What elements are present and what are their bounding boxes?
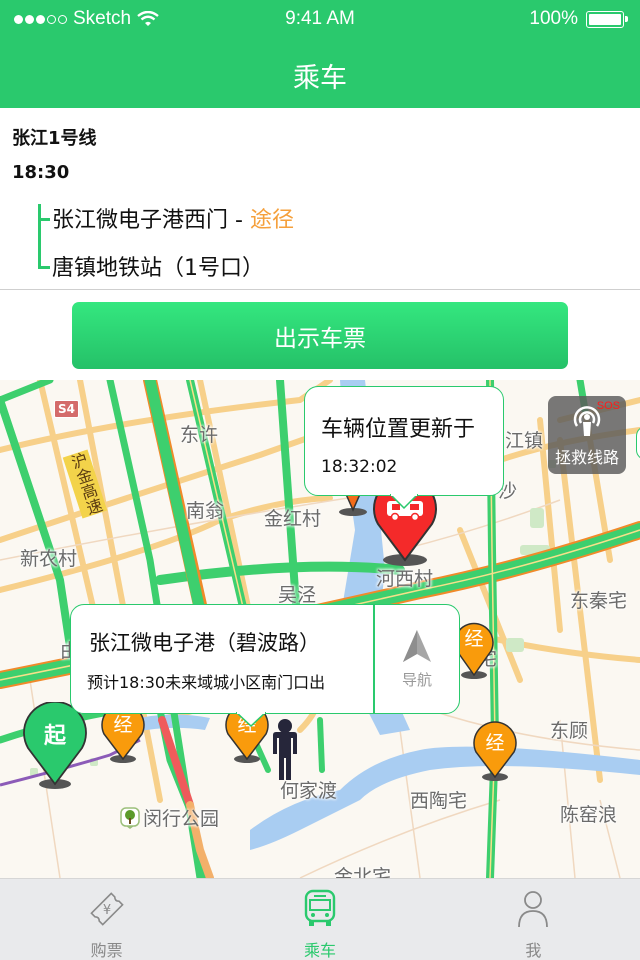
stop-separator: - bbox=[228, 208, 250, 233]
map-label-hexicun: 河西村 bbox=[376, 568, 434, 590]
vehicle-update-time: 18:32:02 bbox=[321, 457, 398, 477]
vehicle-update-title: 车辆位置更新于 bbox=[321, 417, 476, 442]
alighting-stop: 唐镇地铁站（1号口） bbox=[52, 250, 264, 282]
waypoint-pin[interactable]: 经 bbox=[454, 618, 494, 680]
line-name: 张江1号线 bbox=[12, 128, 97, 149]
park-tree-icon bbox=[120, 806, 140, 829]
boarding-stop-name: 张江微电子港西门 bbox=[52, 208, 229, 233]
status-bar: Sketch 9:41 AM 100% bbox=[0, 0, 640, 38]
route-tick bbox=[38, 218, 50, 221]
route-tick bbox=[38, 266, 50, 269]
map-label-dongqinzhai: 东秦宅 bbox=[570, 590, 628, 612]
start-pin[interactable]: 起 bbox=[22, 700, 88, 790]
departure-time: 18:30 bbox=[12, 162, 70, 183]
navigate-button[interactable]: 导航 bbox=[375, 605, 459, 713]
poi-minhang-park-label: 闵行公园 bbox=[143, 808, 220, 830]
tab-buy-ticket[interactable]: ¥ 购票 bbox=[0, 879, 213, 960]
poi-minhang-park[interactable]: 闵行公园 bbox=[120, 804, 219, 831]
navigate-label: 导航 bbox=[401, 670, 432, 689]
show-ticket-button[interactable]: 出示车票 bbox=[72, 302, 568, 369]
stop-info-subtitle: 预计18:30未来域城小区南门口出 bbox=[87, 673, 326, 692]
trip-info-panel: 张江1号线 18:30 张江微电子港西门 - 途径 唐镇地铁站（1号口） bbox=[0, 108, 640, 290]
svg-text:¥: ¥ bbox=[103, 903, 111, 918]
tab-label: 乘车 bbox=[303, 941, 336, 960]
user-location-person-icon bbox=[273, 719, 297, 780]
waypoint-pin[interactable]: 经 bbox=[472, 716, 518, 782]
tab-me[interactable]: 我 bbox=[427, 879, 640, 960]
bubble-pointer bbox=[390, 494, 418, 510]
map-label-nanweng: 南翁 bbox=[186, 500, 225, 522]
rescue-route-label: 拯救线路 bbox=[554, 448, 619, 467]
sos-badge: SOS bbox=[596, 400, 620, 412]
bubble-pointer bbox=[236, 712, 266, 728]
navigation-arrow-icon bbox=[403, 629, 431, 662]
status-right: 100% bbox=[529, 8, 628, 30]
map-label-jinhongcun: 金红村 bbox=[264, 508, 322, 530]
map-label-jinbeizhai: 金北宅 bbox=[334, 866, 392, 878]
via-link[interactable]: 途径 bbox=[250, 208, 294, 233]
map-label-donggu: 东顾 bbox=[550, 720, 589, 742]
header: Sketch 9:41 AM 100% 乘车 bbox=[0, 0, 640, 108]
waypoint-pin-label: 经 bbox=[113, 714, 133, 736]
person-icon bbox=[518, 891, 549, 928]
map-label-dongxu: 东许 bbox=[180, 424, 219, 446]
map-label-xinnongcun: 新农村 bbox=[20, 548, 78, 570]
alighting-stop-name: 唐镇地铁站（1号口） bbox=[52, 256, 264, 281]
stop-info-bubble[interactable]: 张江微电子港（碧波路） 预计18:30未来域城小区南门口出 导航 bbox=[70, 604, 460, 714]
battery-icon bbox=[586, 10, 628, 28]
highway-shield: S4 bbox=[54, 400, 79, 418]
route-connector bbox=[38, 204, 41, 268]
tab-ride[interactable]: 乘车 bbox=[213, 879, 426, 960]
stop-info-title: 张江微电子港（碧波路） bbox=[89, 631, 320, 655]
battery-percent: 100% bbox=[529, 8, 578, 29]
boarding-stop: 张江微电子港西门 - 途径 bbox=[52, 202, 294, 234]
bus-icon bbox=[304, 889, 336, 926]
map-label-xitaozhai: 西陶宅 bbox=[410, 790, 468, 812]
waypoint-pin-label: 经 bbox=[485, 732, 505, 754]
waypoint-pin-label: 经 bbox=[464, 628, 484, 650]
rescue-route-button[interactable]: SOS 拯救线路 bbox=[548, 396, 626, 474]
tab-label: 我 bbox=[525, 941, 542, 960]
tab-label: 购票 bbox=[90, 941, 123, 960]
map-label-chenyaolang: 陈窑浪 bbox=[560, 804, 618, 826]
ticket-icon: ¥ bbox=[89, 892, 124, 926]
map-label-wujing: 吴泾 bbox=[278, 584, 317, 606]
start-pin-label: 起 bbox=[43, 724, 66, 749]
map-label-jiangzhen: 江镇 bbox=[505, 430, 544, 452]
map-view[interactable]: S4 沪金高速 东许 南翁 金红村 新农村 吴泾 河西村 江镇 沙 东秦宅 由 … bbox=[0, 380, 640, 878]
page-title: 乘车 bbox=[293, 63, 347, 94]
map-control-partial[interactable] bbox=[636, 426, 640, 460]
tab-bar: ¥ 购票 乘车 我 bbox=[0, 878, 640, 960]
vehicle-update-bubble: 车辆位置更新于 18:32:02 bbox=[304, 386, 504, 496]
